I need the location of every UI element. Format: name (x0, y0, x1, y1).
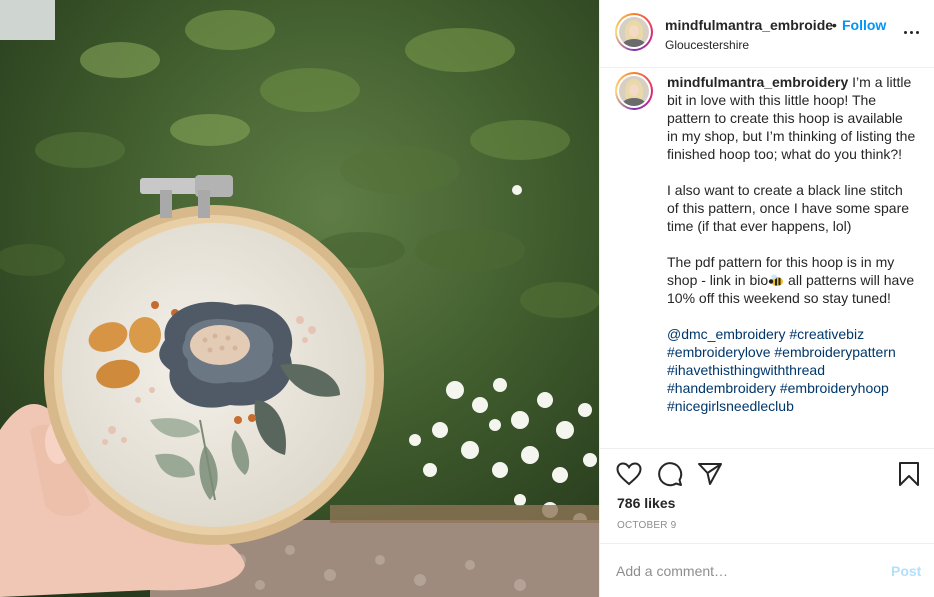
hashtag-link[interactable]: #embroiderypattern (774, 344, 895, 360)
post-comment-button[interactable]: Post (891, 563, 921, 579)
comment-icon[interactable] (657, 461, 683, 492)
bee-icon (768, 273, 784, 286)
more-options-icon[interactable] (902, 22, 922, 42)
hashtag-link[interactable]: #embroiderylove (667, 344, 771, 360)
author-avatar[interactable] (615, 13, 653, 51)
embroidery-hoop-image (0, 0, 599, 597)
heart-icon[interactable] (616, 462, 642, 491)
bookmark-icon[interactable] (898, 461, 920, 492)
author-username[interactable]: mindfulmantra_embroide (665, 17, 833, 33)
caption-section: mindfulmantra_embroidery I’m a little bi… (600, 69, 934, 448)
post-date: OCTOBER 9 (617, 520, 677, 531)
hashtags: @dmc_embroidery #creativebiz #embroidery… (667, 325, 917, 415)
comment-input[interactable] (616, 557, 876, 585)
hashtag-link[interactable]: #embroideryhoop (780, 380, 889, 396)
post-location[interactable]: Gloucestershire (665, 38, 749, 52)
caption-para-2: I also want to create a black line stitc… (667, 182, 910, 234)
hashtag-link[interactable]: #ihavethisthingwiththread (667, 362, 825, 378)
post-panel: mindfulmantra_embroide • Follow Gloucest… (599, 0, 934, 597)
comment-box: Post (600, 543, 934, 597)
separator-dot: • (832, 17, 837, 33)
follow-button[interactable]: Follow (842, 17, 886, 33)
post-photo[interactable] (0, 0, 599, 597)
post-header: mindfulmantra_embroide • Follow Gloucest… (600, 0, 934, 68)
hashtag-link[interactable]: #handembroidery (667, 380, 776, 396)
caption-text: mindfulmantra_embroidery I’m a little bi… (667, 73, 917, 433)
hashtag-link[interactable]: #creativebiz (789, 326, 864, 342)
share-icon[interactable] (697, 461, 723, 492)
post-actions: 786 likes OCTOBER 9 (600, 448, 934, 546)
caption-avatar[interactable] (615, 72, 653, 110)
caption-username[interactable]: mindfulmantra_embroidery (667, 74, 848, 90)
hashtag-link[interactable]: #nicegirlsneedleclub (667, 398, 794, 414)
hashtag-link[interactable]: @dmc_embroidery (667, 326, 785, 342)
like-count[interactable]: 786 likes (617, 495, 675, 511)
